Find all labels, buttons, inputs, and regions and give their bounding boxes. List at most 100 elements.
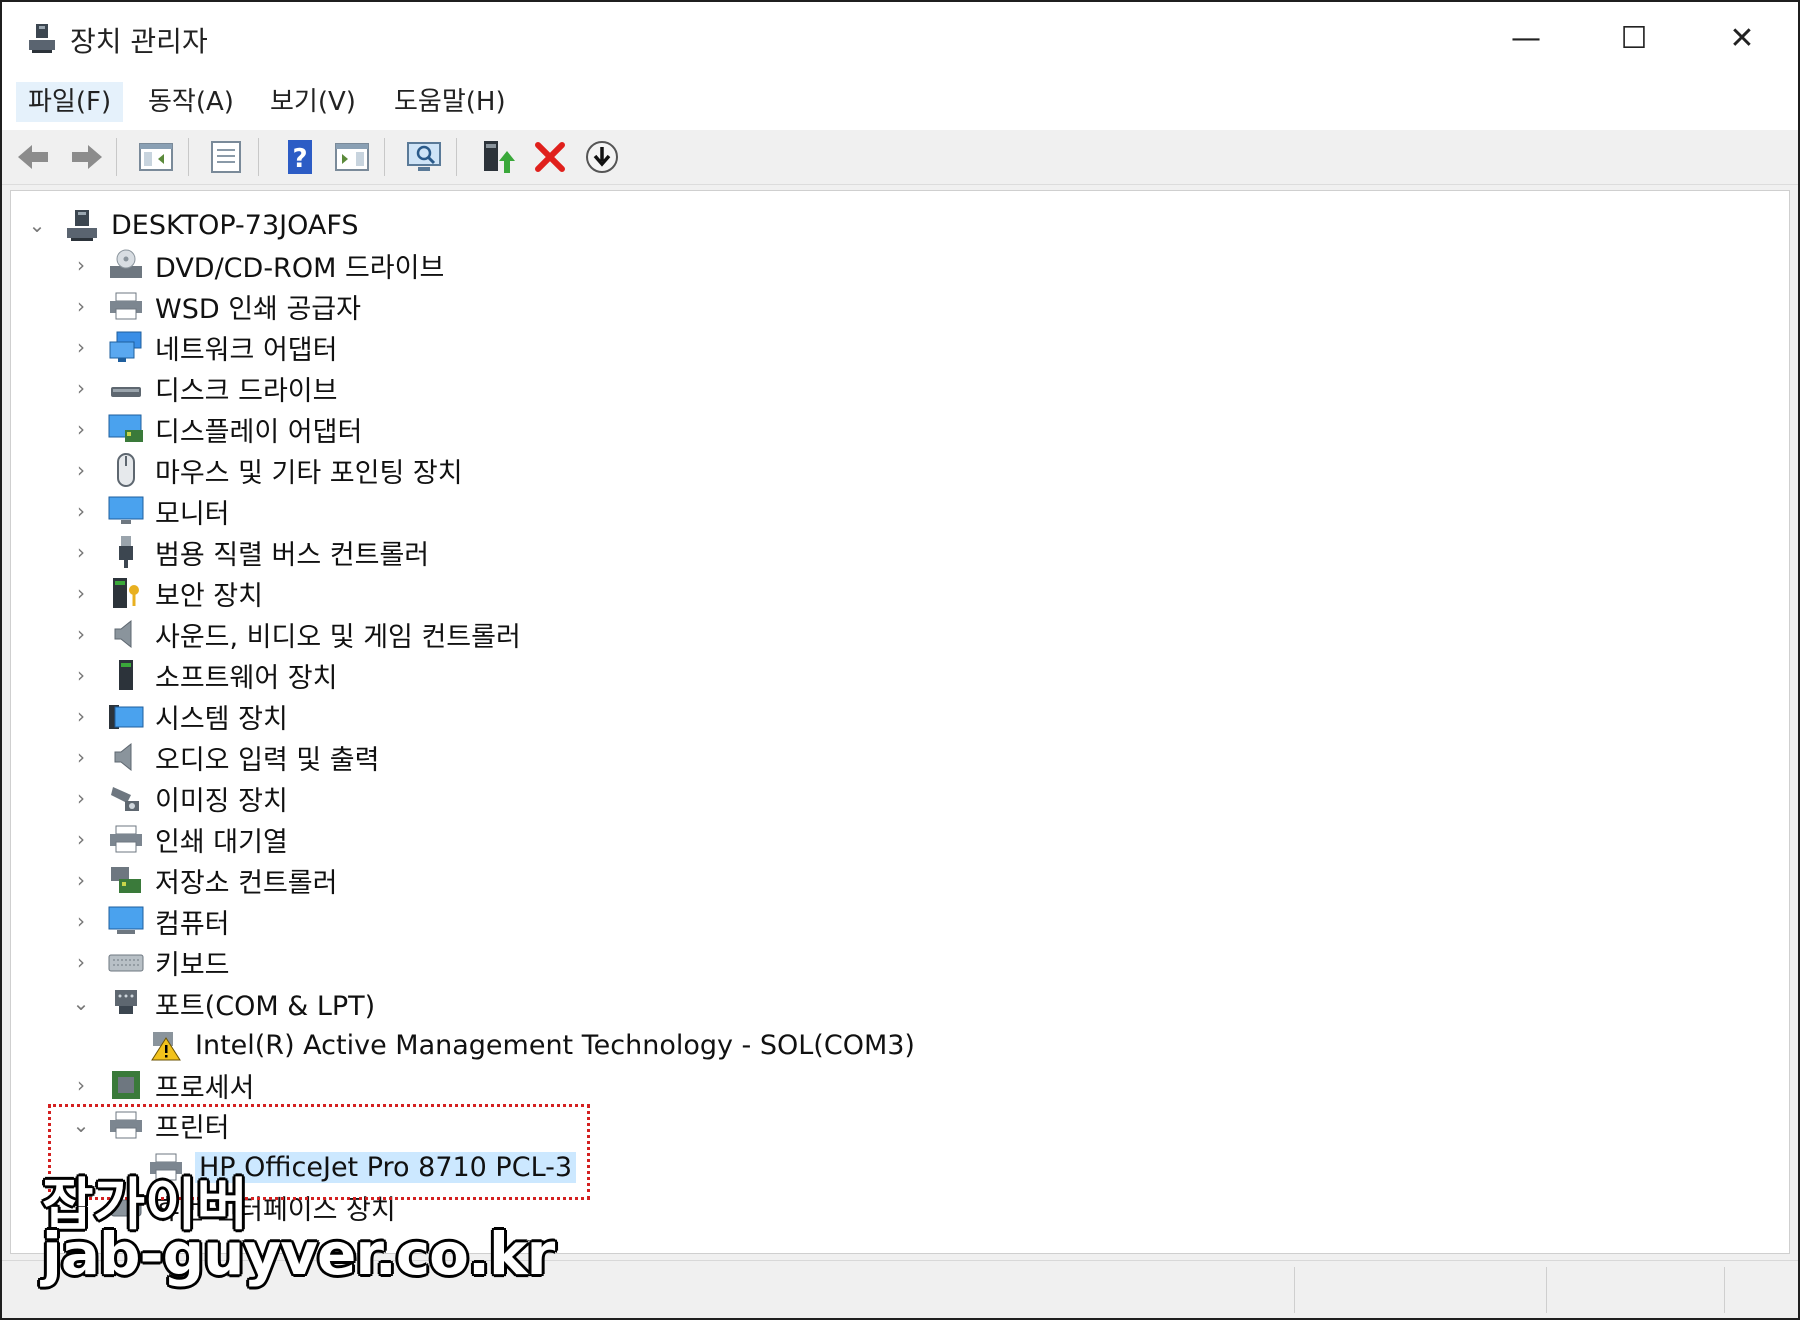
menu-action[interactable]: 동작(A) bbox=[136, 82, 246, 122]
tree-item-system[interactable]: › 시스템 장치 bbox=[71, 696, 288, 736]
status-divider bbox=[1294, 1267, 1295, 1313]
tree-item-security[interactable]: › 보안 장치 bbox=[71, 573, 263, 613]
expand-chevron-icon[interactable]: › bbox=[71, 704, 91, 728]
back-icon[interactable] bbox=[14, 137, 54, 177]
tree-item-label: 키보드 bbox=[155, 949, 230, 981]
device-manager-icon bbox=[29, 24, 55, 53]
properties-icon[interactable] bbox=[206, 137, 246, 177]
tree-item-monitor[interactable]: › 모니터 bbox=[71, 491, 230, 531]
tree-item-dvd[interactable]: › DVD/CD-ROM 드라이브 bbox=[71, 245, 444, 285]
close-button[interactable]: ✕ bbox=[1688, 2, 1796, 74]
speaker-icon bbox=[114, 742, 132, 772]
expand-chevron-icon[interactable]: › bbox=[71, 499, 91, 523]
tree-item-network[interactable]: › 네트워크 어댑터 bbox=[71, 327, 337, 367]
tree-child-intel-amt[interactable]: Intel(R) Active Management Technology - … bbox=[131, 1025, 915, 1065]
window-title: 장치 관리자 bbox=[70, 25, 208, 58]
expand-chevron-icon[interactable]: › bbox=[71, 745, 91, 769]
tree-item-disk[interactable]: › 디스크 드라이브 bbox=[71, 368, 337, 408]
system-device-icon bbox=[109, 705, 144, 729]
tree-item-label: 인쇄 대기열 bbox=[155, 826, 288, 858]
action-pane-icon[interactable] bbox=[332, 137, 372, 177]
tree-item-label: 저장소 컨트롤러 bbox=[155, 867, 338, 899]
dvd-drive-icon bbox=[110, 249, 142, 278]
expand-chevron-icon[interactable]: › bbox=[71, 622, 91, 646]
usb-icon bbox=[119, 536, 133, 568]
expand-chevron-icon[interactable]: › bbox=[71, 909, 91, 933]
tree-item-imaging[interactable]: › 이미징 장치 bbox=[71, 778, 288, 818]
computer-icon bbox=[108, 906, 144, 934]
tree-item-software[interactable]: › 소프트웨어 장치 bbox=[71, 655, 337, 695]
security-device-icon bbox=[113, 578, 139, 608]
expand-chevron-icon[interactable]: › bbox=[71, 458, 91, 482]
tree-item-label: 이미징 장치 bbox=[155, 785, 288, 817]
expand-chevron-icon[interactable]: › bbox=[71, 417, 91, 441]
port-icon bbox=[115, 990, 137, 1014]
uninstall-device-icon[interactable] bbox=[530, 137, 570, 177]
tree-item-wsd[interactable]: › WSD 인쇄 공급자 bbox=[71, 286, 361, 326]
printer-icon bbox=[110, 825, 142, 853]
tree-item-sound[interactable]: › 사운드, 비디오 및 게임 컨트롤러 bbox=[71, 614, 521, 654]
tree-item-print-queue[interactable]: › 인쇄 대기열 bbox=[71, 819, 288, 859]
expand-chevron-icon[interactable]: › bbox=[71, 253, 91, 277]
expand-chevron-icon[interactable]: › bbox=[71, 376, 91, 400]
tree-item-mouse[interactable]: › 마우스 및 기타 포인팅 장치 bbox=[71, 450, 463, 490]
toolbar: ? bbox=[2, 130, 1798, 185]
mouse-icon bbox=[117, 453, 135, 487]
status-divider bbox=[1724, 1267, 1725, 1313]
toolbar-separator bbox=[116, 138, 117, 176]
expand-chevron-icon[interactable]: › bbox=[71, 581, 91, 605]
tree-item-label: 모니터 bbox=[155, 498, 230, 530]
watermark-url: jab-guyver.co.kr bbox=[42, 1220, 555, 1288]
menu-help[interactable]: 도움말(H) bbox=[382, 82, 518, 122]
warning-port-icon bbox=[151, 1032, 181, 1061]
status-divider bbox=[1546, 1267, 1547, 1313]
tree-root[interactable]: ⌄ DESKTOP-73JOAFS bbox=[27, 205, 359, 245]
monitor-icon bbox=[108, 496, 144, 524]
expand-chevron-icon[interactable]: › bbox=[71, 786, 91, 810]
tree-item-label: 프로세서 bbox=[155, 1072, 255, 1104]
tree-item-usb[interactable]: › 범용 직렬 버스 컨트롤러 bbox=[71, 532, 429, 572]
collapse-chevron-icon[interactable]: ⌄ bbox=[27, 213, 47, 237]
expand-chevron-icon[interactable]: › bbox=[71, 868, 91, 892]
forward-icon[interactable] bbox=[66, 137, 106, 177]
tree-child-label: Intel(R) Active Management Technology - … bbox=[195, 1029, 915, 1061]
menu-file[interactable]: 파일(F) bbox=[16, 82, 124, 122]
tree-item-label: 시스템 장치 bbox=[155, 703, 288, 735]
expand-chevron-icon[interactable]: › bbox=[71, 294, 91, 318]
expand-chevron-icon[interactable]: › bbox=[71, 540, 91, 564]
network-adapter-icon bbox=[109, 331, 142, 362]
scan-hardware-icon[interactable] bbox=[404, 137, 444, 177]
printer-icon bbox=[110, 292, 142, 320]
tree-item-label: 범용 직렬 버스 컨트롤러 bbox=[155, 539, 430, 571]
menu-view[interactable]: 보기(V) bbox=[258, 82, 368, 122]
tree-item-audio-io[interactable]: › 오디오 입력 및 출력 bbox=[71, 737, 379, 777]
tree-item-processor[interactable]: › 프로세서 bbox=[71, 1065, 254, 1105]
expand-chevron-icon[interactable]: › bbox=[71, 663, 91, 687]
show-hide-console-tree-icon[interactable] bbox=[136, 137, 176, 177]
expand-chevron-icon[interactable]: › bbox=[71, 950, 91, 974]
disk-drive-icon bbox=[111, 387, 141, 397]
expand-chevron-icon[interactable]: › bbox=[71, 827, 91, 851]
tree-item-storage[interactable]: › 저장소 컨트롤러 bbox=[71, 860, 337, 900]
svg-text:?: ? bbox=[292, 144, 307, 174]
update-driver-icon[interactable] bbox=[478, 137, 518, 177]
display-adapter-icon bbox=[108, 414, 143, 442]
help-icon[interactable]: ? bbox=[280, 137, 320, 177]
maximize-button[interactable]: ☐ bbox=[1580, 2, 1688, 74]
collapse-chevron-icon[interactable]: ⌄ bbox=[71, 991, 91, 1015]
tree-root-label: DESKTOP-73JOAFS bbox=[111, 209, 359, 241]
tree-item-ports[interactable]: ⌄ 포트(COM & LPT) bbox=[71, 983, 375, 1023]
tree-item-label: 보안 장치 bbox=[155, 580, 263, 612]
expand-chevron-icon[interactable]: › bbox=[71, 335, 91, 359]
keyboard-icon bbox=[108, 954, 144, 972]
tree-item-label: 소프트웨어 장치 bbox=[155, 662, 338, 694]
tree-item-keyboard[interactable]: › 키보드 bbox=[71, 942, 230, 982]
processor-icon bbox=[112, 1071, 140, 1099]
minimize-button[interactable]: — bbox=[1472, 2, 1580, 74]
download-icon[interactable] bbox=[582, 137, 622, 177]
tree-item-computer[interactable]: › 컴퓨터 bbox=[71, 901, 230, 941]
tree-item-label: DVD/CD-ROM 드라이브 bbox=[155, 252, 445, 284]
expand-chevron-icon[interactable]: › bbox=[71, 1073, 91, 1097]
tree-item-display[interactable]: › 디스플레이 어댑터 bbox=[71, 409, 362, 449]
device-manager-window: 장치 관리자 — ☐ ✕ 파일(F) 동작(A) 보기(V) 도움말(H) ? … bbox=[0, 0, 1800, 1320]
